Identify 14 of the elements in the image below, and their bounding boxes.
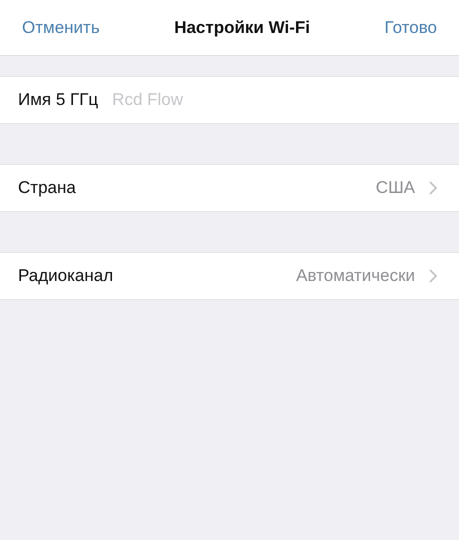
row-value: США [376, 178, 415, 198]
done-button[interactable]: Готово [384, 18, 437, 38]
chevron-icon [429, 181, 437, 195]
row-value: Автоматически [296, 266, 415, 286]
row-label: Радиоканал [18, 266, 114, 286]
chevron-icon [429, 269, 437, 283]
row-label: Имя 5 ГГц [18, 90, 98, 110]
name-field[interactable]: Имя 5 ГГц Rcd Flow [0, 76, 459, 124]
settings-row[interactable]: Страна США [0, 164, 459, 212]
settings-row[interactable]: Радиоканал Автоматически [0, 252, 459, 300]
cancel-button[interactable]: Отменить [22, 18, 100, 38]
name-input[interactable]: Rcd Flow [112, 90, 437, 110]
screen-title: Настройки Wi-Fi [174, 18, 310, 38]
row-label: Страна [18, 178, 76, 198]
